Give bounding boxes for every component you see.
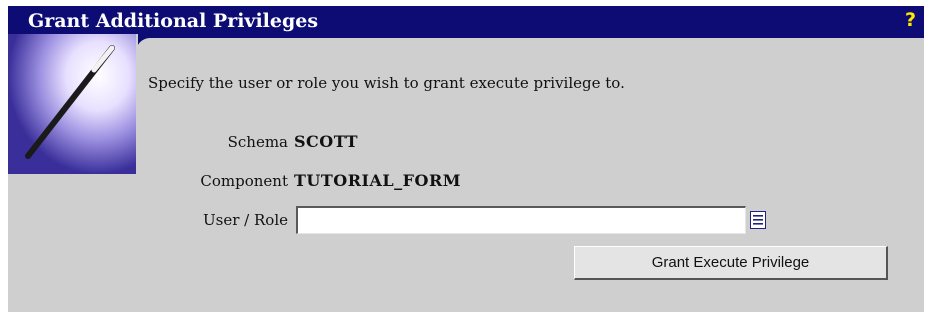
schema-label: Schema — [227, 133, 288, 151]
component-label: Component — [200, 172, 288, 190]
grant-execute-privilege-button[interactable]: Grant Execute Privilege — [574, 246, 888, 280]
list-of-values-icon[interactable] — [750, 211, 766, 229]
component-value: TUTORIAL_FORM — [294, 171, 461, 190]
user-role-label: User / Role — [203, 211, 288, 229]
page-title: Grant Additional Privileges — [28, 10, 319, 32]
schema-value: SCOTT — [294, 132, 358, 151]
user-role-input[interactable] — [296, 206, 746, 234]
help-icon[interactable]: ? — [905, 9, 916, 31]
grant-privileges-panel: Grant Additional Privileges ? Specify th… — [8, 6, 924, 312]
magic-wand-icon — [8, 34, 136, 174]
wand-illustration — [8, 34, 136, 174]
wand-sidebar — [8, 34, 138, 312]
form-area: Specify the user or role you wish to gra… — [136, 38, 924, 312]
intro-text: Specify the user or role you wish to gra… — [148, 74, 625, 92]
title-bar: Grant Additional Privileges ? — [8, 6, 924, 34]
